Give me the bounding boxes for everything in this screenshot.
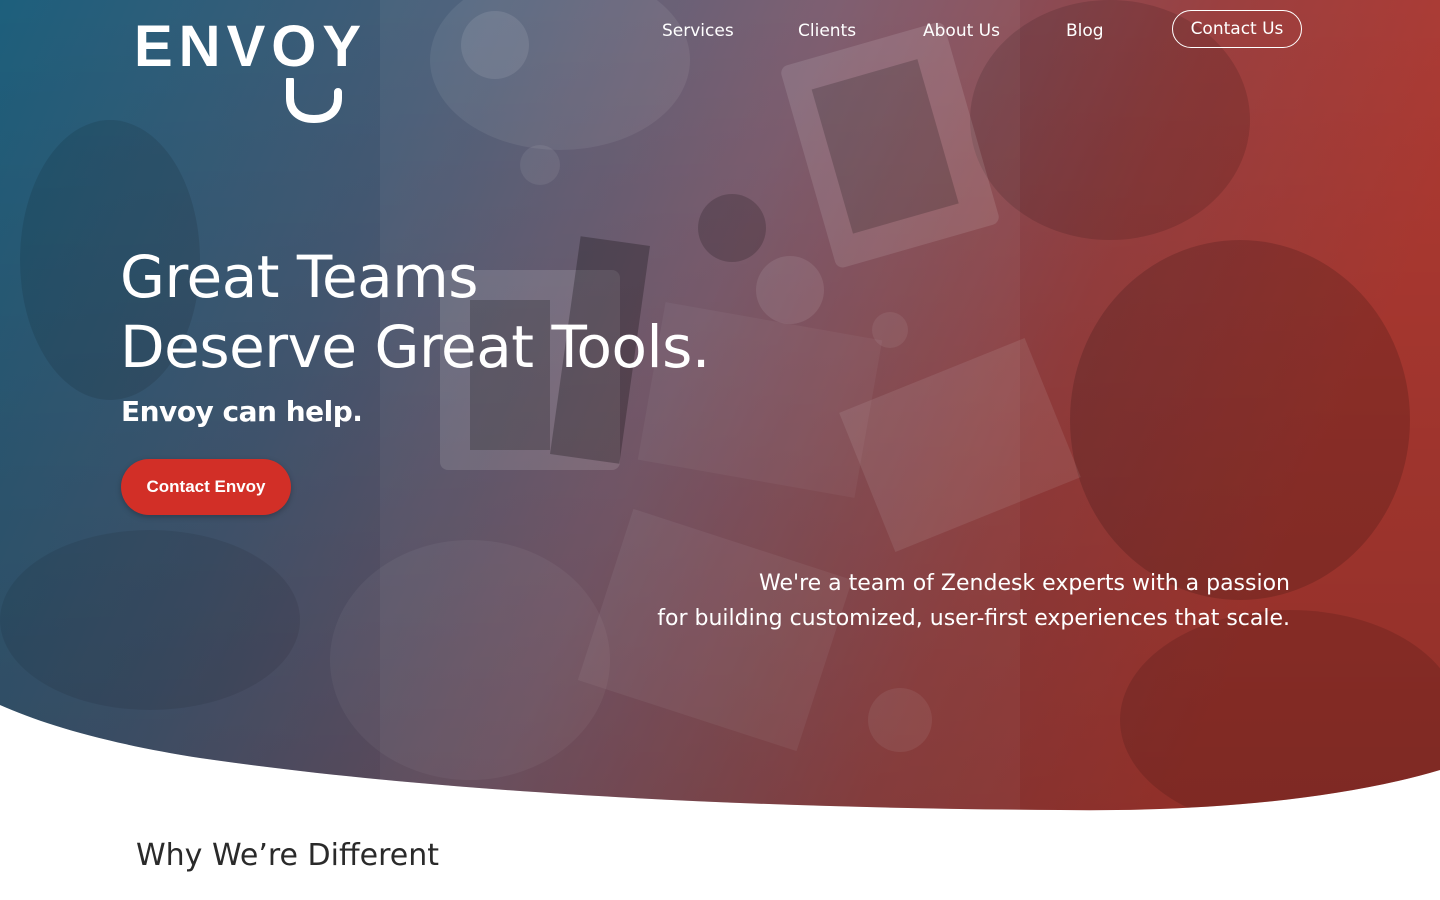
main-nav: Services Clients About Us Blog Contact U… bbox=[0, 10, 1440, 52]
hero-tagline-line-1: We're a team of Zendesk experts with a p… bbox=[759, 571, 1290, 596]
hero-tagline: We're a team of Zendesk experts with a p… bbox=[657, 566, 1290, 636]
hero-headline: Great Teams Deserve Great Tools. bbox=[120, 242, 710, 382]
hero-headline-line-2: Deserve Great Tools. bbox=[120, 313, 710, 381]
contact-envoy-button[interactable]: Contact Envoy bbox=[121, 459, 291, 515]
why-different-heading: Why We’re Different bbox=[136, 838, 440, 873]
logo-smile-icon bbox=[286, 78, 342, 124]
nav-services[interactable]: Services bbox=[662, 20, 734, 42]
hero-tagline-line-2: for building customized, user-first expe… bbox=[657, 606, 1290, 631]
hero-content: ENVOY Services Clients About Us Blog Con… bbox=[0, 0, 1440, 812]
nav-blog[interactable]: Blog bbox=[1066, 20, 1104, 42]
hero-section: ENVOY Services Clients About Us Blog Con… bbox=[0, 0, 1440, 812]
hero-subheadline: Envoy can help. bbox=[121, 395, 363, 428]
hero-headline-line-1: Great Teams bbox=[120, 243, 478, 311]
nav-about-us[interactable]: About Us bbox=[923, 20, 1000, 42]
contact-us-button[interactable]: Contact Us bbox=[1172, 10, 1302, 48]
nav-clients[interactable]: Clients bbox=[798, 20, 856, 42]
